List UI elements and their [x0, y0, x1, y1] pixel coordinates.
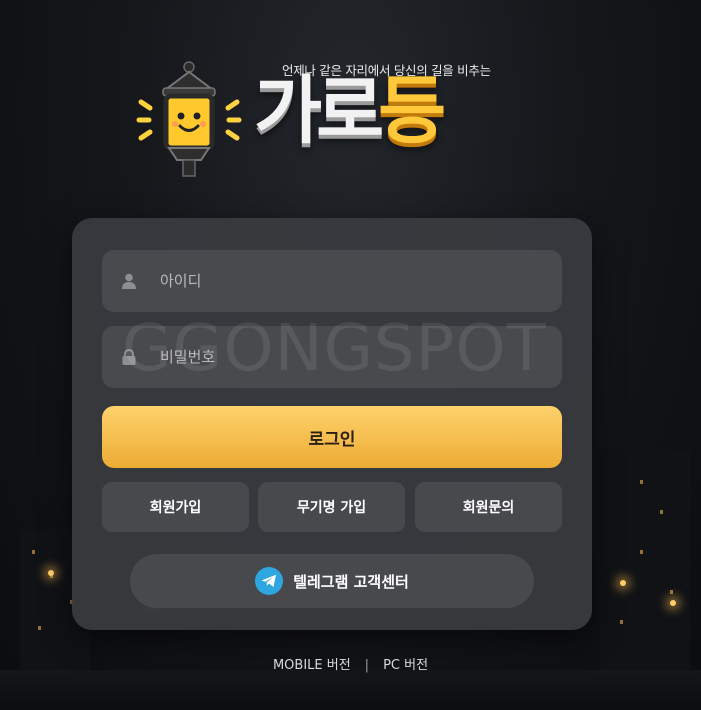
street-light	[48, 570, 54, 576]
road	[0, 670, 701, 710]
pc-version-link[interactable]: PC 버전	[383, 658, 428, 673]
telegram-support-button[interactable]: 텔레그램 고객센터	[130, 554, 534, 608]
member-inquiry-button[interactable]: 회원문의	[415, 482, 562, 532]
footer-links: MOBILE 버전 | PC 버전	[0, 654, 701, 673]
footer-separator: |	[364, 658, 370, 673]
logo-text-white: 가로	[254, 68, 384, 154]
street-light	[620, 580, 626, 586]
login-button[interactable]: 로그인	[102, 406, 562, 468]
login-card: 로그인 회원가입 무기명 가입 회원문의 텔레그램 고객센터	[72, 218, 592, 630]
signup-button[interactable]: 회원가입	[102, 482, 249, 532]
building	[600, 450, 690, 680]
street-light	[670, 600, 676, 606]
telegram-icon	[255, 567, 284, 595]
id-input[interactable]	[138, 249, 562, 313]
user-icon	[120, 272, 138, 290]
anonymous-signup-button[interactable]: 무기명 가입	[258, 482, 405, 532]
password-input[interactable]	[138, 325, 562, 389]
lock-icon	[120, 348, 138, 366]
id-field	[102, 249, 562, 313]
logo-text-gold: 등	[378, 68, 446, 154]
lamp-logo-icon	[136, 61, 242, 177]
logo-wordmark: 가로등	[254, 74, 446, 148]
mobile-version-link[interactable]: MOBILE 버전	[273, 658, 351, 673]
telegram-label: 텔레그램 고객센터	[293, 572, 409, 591]
password-field	[102, 325, 562, 389]
